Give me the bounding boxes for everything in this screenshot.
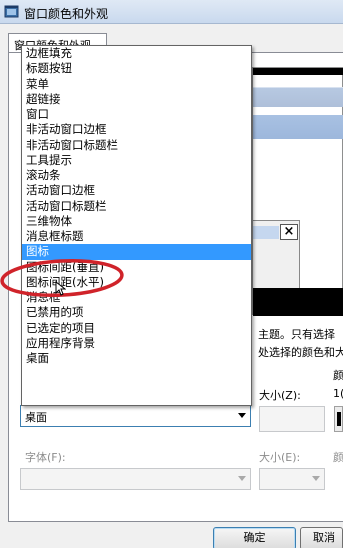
window-title: 窗口颜色和外观 [24, 7, 109, 21]
dropdown-item[interactable]: 工具提示 [22, 153, 251, 168]
font-label: 字体(F): [25, 451, 66, 464]
item-color1-button[interactable] [334, 406, 343, 432]
description-line-2: 处选择的颜色和大 [258, 346, 343, 359]
font-combobox[interactable] [20, 468, 251, 490]
item-size-value: 1( [333, 387, 343, 400]
dropdown-item[interactable]: 菜单 [22, 77, 251, 92]
dropdown-item[interactable]: 已选定的项目 [22, 321, 251, 336]
dropdown-item[interactable]: 已禁用的项 [22, 305, 251, 320]
dropdown-item[interactable]: 标题按钮 [22, 61, 251, 76]
dropdown-item[interactable]: 非活动窗口边框 [22, 122, 251, 137]
dropdown-item[interactable]: 图标 [22, 244, 251, 260]
item-combobox-value: 桌面 [25, 411, 47, 424]
dropdown-item[interactable]: 图标间距(垂直) [22, 260, 251, 275]
dropdown-item[interactable]: 活动窗口边框 [22, 183, 251, 198]
window-color-icon [4, 5, 19, 18]
preview-inactive-titlebar [253, 87, 343, 107]
font-size-combobox[interactable] [259, 468, 325, 490]
dropdown-item[interactable]: 窗口 [22, 107, 251, 122]
item-size-label: 大小(Z): [259, 389, 301, 402]
dropdown-item[interactable]: 三维物体 [22, 214, 251, 229]
item-combobox[interactable]: 桌面 [20, 405, 251, 427]
close-icon: × [280, 224, 298, 240]
ok-button[interactable]: 确定 [213, 527, 296, 548]
item-size-spinner[interactable] [259, 406, 325, 432]
chevron-down-icon [238, 476, 246, 481]
dropdown-item[interactable]: 活动窗口标题栏 [22, 199, 251, 214]
chevron-down-icon [238, 413, 246, 418]
dropdown-item[interactable]: 超链接 [22, 92, 251, 107]
description-text: 主题。只有选择 处选择的颜色和大 [258, 326, 343, 362]
description-line-1: 主题。只有选择 [258, 328, 335, 341]
font-color-label: 颜 [333, 451, 343, 464]
cancel-button[interactable]: 取消 [300, 527, 343, 548]
title-bar: 窗口颜色和外观 [0, 0, 343, 24]
dropdown-item[interactable]: 滚动条 [22, 168, 251, 183]
chevron-down-icon [312, 476, 320, 481]
dropdown-item[interactable]: 消息框标题 [22, 229, 251, 244]
dropdown-item[interactable]: 图标间距(水平) [22, 275, 251, 290]
dropdown-item[interactable]: 消息框 [22, 290, 251, 305]
item-color1-label: 颜 [333, 369, 343, 382]
preview-active-titlebar [253, 115, 343, 139]
preview-selected-row [253, 226, 279, 239]
dropdown-item[interactable]: 边框填充 [22, 46, 251, 61]
preview-desktop [253, 288, 343, 316]
dropdown-item[interactable]: 应用程序背景 [22, 336, 251, 351]
item-color1-swatch [337, 412, 341, 426]
dropdown-item[interactable]: 桌面 [22, 351, 251, 366]
dropdown-item[interactable]: 非活动窗口标题栏 [22, 138, 251, 153]
font-size-label: 大小(E): [259, 451, 301, 464]
appearance-preview: × [252, 67, 343, 316]
preview-desktop-strip [253, 68, 343, 75]
item-dropdown-list: 边框填充 标题按钮 菜单 超链接 窗口 非活动窗口边框 非活动窗口标题栏 工具提示 滚动条 活动窗… [21, 45, 252, 406]
